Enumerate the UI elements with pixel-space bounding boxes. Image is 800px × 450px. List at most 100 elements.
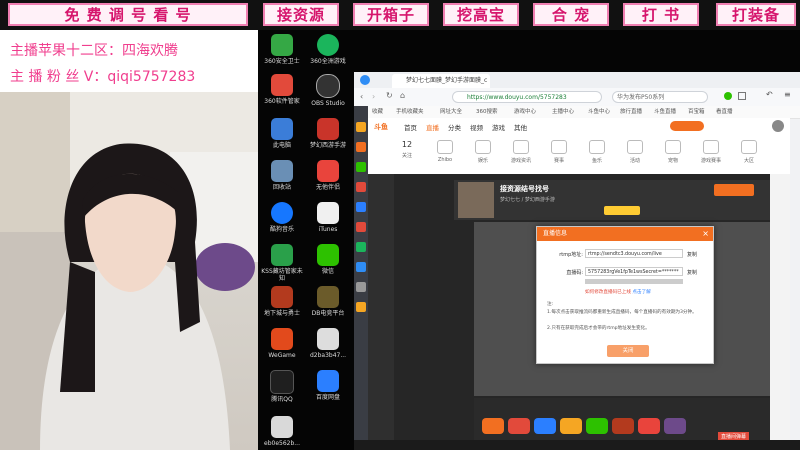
category-item[interactable]: Zhibo [428, 140, 462, 163]
room-badge [604, 206, 640, 215]
rtmp-field[interactable]: rtmp://sendtc3.douyu.com/live [585, 249, 683, 258]
desktop-icon-this-pc[interactable]: 此电脑 [260, 118, 304, 149]
desktop-icon-qq[interactable]: 腾讯QQ [260, 370, 304, 403]
nav-item[interactable]: 其他 [514, 122, 527, 132]
follow-button[interactable] [714, 184, 754, 196]
dialog-close-button[interactable]: 关闭 [607, 345, 649, 357]
gift-item[interactable] [612, 418, 634, 434]
site-search-button[interactable] [670, 121, 704, 131]
desktop-icon-360-safe[interactable]: 360安全卫士 [260, 34, 304, 65]
overlay-button-gear[interactable]: 打装备 [716, 3, 796, 26]
desktop-icon-wegame[interactable]: WeGame [260, 328, 304, 359]
browser-tab-active[interactable]: 梦幻七七面膜_梦幻手游面膜_c [392, 74, 490, 88]
video-player[interactable]: 直播信息 × rtmp地址: rtmp://sendtc3.douyu.com/… [474, 222, 770, 396]
gift-item[interactable] [482, 418, 504, 434]
desktop-icon-kugou[interactable]: 酷狗音乐 [260, 202, 304, 233]
category-item[interactable]: 活动 [618, 140, 652, 164]
nav-item[interactable]: 游戏 [492, 122, 505, 132]
desktop-icon-wuta[interactable]: 无他伴侣 [306, 160, 350, 191]
desktop-icon-obs[interactable]: OBS Studio [306, 74, 350, 107]
gift-item[interactable] [560, 418, 582, 434]
bookmark-item[interactable]: 收藏 [372, 106, 383, 118]
room-subtitle: 梦幻七七 / 梦幻西游手游 [500, 197, 555, 203]
desktop-icon-baidu-pan[interactable]: 百度网盘 [306, 370, 350, 401]
bookmark-item[interactable]: 手机收藏夹 [396, 106, 424, 118]
overlay-button-free-account[interactable]: 免 费 调 号 看 号 [8, 3, 248, 26]
forward-arrow-icon[interactable]: › [372, 92, 375, 101]
overlay-button-hit-book[interactable]: 打 书 [623, 3, 699, 26]
sidebar-game-icon[interactable] [356, 222, 366, 232]
bookmark-item[interactable]: 旅行直播 [620, 106, 642, 118]
category-item[interactable]: 游戏赛事 [694, 140, 728, 164]
copy-rtmp-button[interactable]: 复制 [687, 251, 697, 258]
url-input[interactable]: https://www.douyu.com/5757283 [452, 91, 602, 103]
bookmark-item[interactable]: 网址大全 [440, 106, 462, 118]
gift-item[interactable] [508, 418, 530, 434]
back-arrow-icon[interactable]: ‹ [360, 92, 363, 101]
desktop-icon-recycle-bin[interactable]: 回收站 [260, 160, 304, 191]
grid-icon[interactable] [738, 92, 746, 100]
stream-code-label: 直播码: [566, 270, 583, 276]
sidebar-wechat-icon[interactable] [356, 162, 366, 172]
bookmark-item[interactable]: 斗鱼直播 [654, 106, 676, 118]
bookmark-item[interactable]: 看直播 [716, 106, 733, 118]
overlay-button-dig-treasure[interactable]: 挖高宝 [443, 3, 519, 26]
bookmark-item[interactable]: 主播中心 [552, 106, 574, 118]
browser-search-input[interactable]: 华为发布P50系列 [612, 91, 708, 103]
nav-item[interactable]: 直播 [426, 122, 439, 132]
gift-item[interactable] [586, 418, 608, 434]
bookmark-item[interactable]: 斗鱼中心 [588, 106, 610, 118]
sidebar-store-icon[interactable] [356, 302, 366, 312]
bookmark-item[interactable]: 游戏中心 [514, 106, 536, 118]
desktop-icon-360-software[interactable]: 360软件管家 [260, 74, 304, 105]
nav-item[interactable]: 视频 [470, 122, 483, 132]
sidebar-tool-icon[interactable] [356, 202, 366, 212]
close-icon[interactable]: × [702, 227, 709, 241]
overlay-button-merge-pet[interactable]: 合 宠 [533, 3, 609, 26]
desktop-icon-mhxy[interactable]: 梦幻西游手游 [306, 118, 350, 149]
sidebar-weibo-icon[interactable] [356, 142, 366, 152]
desktop-icon-file-eb0e[interactable]: eb0e562b... [260, 416, 304, 447]
category-item[interactable]: 大区 [732, 140, 766, 164]
category-strip: 12 关注 Zhibo 娱乐 游戏资讯 赛事 鱼乐 活动 宠物 游戏赛事 大区 [368, 134, 790, 174]
more-info-link[interactable]: 点击了解 [632, 290, 650, 295]
desktop-icon-kss[interactable]: KSS藏坊管家未知 [260, 244, 304, 282]
desktop-icon-itunes[interactable]: iTunes [306, 202, 350, 233]
nav-item[interactable]: 分类 [448, 122, 461, 132]
copy-code-button[interactable]: 复制 [687, 269, 697, 276]
home-icon[interactable]: ⌂ [400, 91, 405, 100]
user-avatar[interactable] [772, 120, 784, 132]
overlay-button-open-box[interactable]: 开箱子 [353, 3, 429, 26]
douyu-logo[interactable]: 斗鱼 [374, 122, 388, 132]
reload-icon[interactable]: ↻ [386, 91, 393, 100]
category-item[interactable]: 游戏资讯 [504, 140, 538, 164]
wechat-icon[interactable] [724, 92, 732, 100]
category-item[interactable]: 娱乐 [466, 140, 500, 164]
bookmark-item[interactable]: 百宝箱 [688, 106, 705, 118]
menu-icon[interactable]: ≡ [784, 90, 791, 99]
desktop-icon-file-d2ba[interactable]: d2ba3b47... [306, 328, 350, 359]
nav-item[interactable]: 首页 [404, 122, 417, 132]
gift-item[interactable] [664, 418, 686, 434]
category-item[interactable]: 赛事 [542, 140, 576, 164]
desktop-icon-dnf[interactable]: 地下城与勇士 [260, 286, 304, 317]
bookmark-item[interactable]: 360搜索 [476, 106, 498, 118]
code-scrollbar[interactable] [585, 279, 683, 284]
desktop-icon-wechat[interactable]: 微信 [306, 244, 350, 275]
sidebar-video-icon[interactable] [356, 242, 366, 252]
gift-item[interactable] [534, 418, 556, 434]
gift-item[interactable] [638, 418, 660, 434]
sidebar-misc-icon[interactable] [356, 282, 366, 292]
category-item[interactable]: 鱼乐 [580, 140, 614, 164]
sidebar-p-icon[interactable] [356, 262, 366, 272]
category-item[interactable]: 12 关注 [390, 140, 424, 159]
category-item[interactable]: 宠物 [656, 140, 690, 164]
sidebar-star-icon[interactable] [356, 122, 366, 132]
stream-code-field[interactable]: 5757283rgVe1fpTe1wsSecret=******* [585, 267, 683, 276]
undo-icon[interactable]: ↶ [766, 90, 773, 99]
overlay-button-resources[interactable]: 接资源 [263, 3, 339, 26]
desktop-icon-360-game[interactable]: 360全洲游戏 [306, 34, 350, 65]
site-right-rail [770, 174, 790, 450]
desktop-icon-db[interactable]: DB电竞平台 [306, 286, 350, 317]
sidebar-app-icon[interactable] [356, 182, 366, 192]
